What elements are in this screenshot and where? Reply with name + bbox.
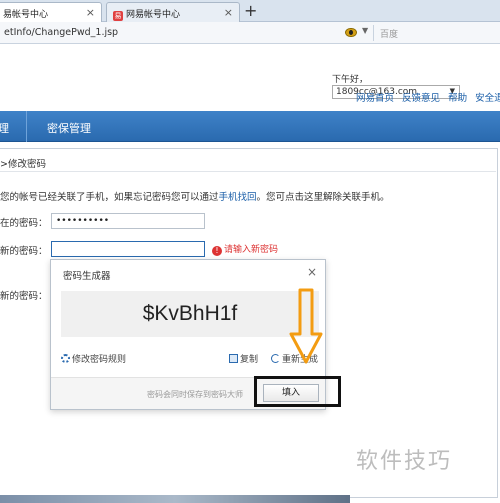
netease-favicon-icon: 易 [113,11,123,21]
tab-label: 易帐号中心 [3,10,49,20]
refresh-icon [271,354,280,363]
copy-button[interactable]: 复制 [229,352,258,365]
greeting-label: 下午好， [332,75,369,85]
top-links: 网易首页 反馈意见 帮助 安全退出 [356,90,500,104]
new-tab-button[interactable]: + [244,1,257,20]
breadcrumb: >修改密码 [0,159,46,170]
new-password-label: 新的密码： [0,246,48,257]
chevron-down-icon[interactable]: ▼ [362,26,368,35]
divider [0,171,496,172]
tab-account-center[interactable]: 易帐号中心 × [0,2,102,23]
edit-rule-label: 修改密码规则 [72,355,127,365]
nav-divider [26,111,27,142]
notice-suffix: 。您可点击这里解除关联手机。 [256,192,390,203]
tab-netease-account[interactable]: 易网易帐号中心 × [106,2,240,22]
highlight-box [254,376,341,407]
copy-icon [229,354,238,363]
error-message: ! 请输入新密码 [212,242,278,256]
copy-label: 复制 [240,355,259,365]
nav-item-manage[interactable]: 理 [0,120,9,136]
link-logout[interactable]: 安全退出 [475,93,500,104]
link-netease-home[interactable]: 网易首页 [356,93,394,104]
link-feedback[interactable]: 反馈意见 [402,93,440,104]
current-password-field[interactable]: •••••••••• [51,213,205,229]
close-icon[interactable]: × [224,6,233,19]
edit-rule-link[interactable]: 修改密码规则 [61,352,126,365]
main-nav: 理 密保管理 [0,111,500,142]
close-icon[interactable]: × [307,265,317,279]
nav-item-security[interactable]: 密保管理 [47,120,91,136]
url-field[interactable]: etInfo/ChangePwd_1.jsp [0,25,330,41]
compat-mode-icon[interactable] [345,28,357,37]
down-arrow-annotation-icon [289,288,323,364]
watermark: 软件技巧 [356,449,453,474]
phone-recover-link[interactable]: 手机找回 [219,192,257,203]
address-bar-row: etInfo/ChangePwd_1.jsp ▼ 百度 [0,22,500,44]
tab-label: 网易帐号中心 [126,10,181,20]
error-icon: ! [212,246,222,256]
confirm-password-label: 新的密码： [0,291,48,302]
image-strip [0,495,350,503]
popup-title: 密码生成器 [63,271,111,282]
link-help[interactable]: 帮助 [448,93,467,104]
browser-tab-bar: 易帐号中心 × 易网易帐号中心 × + [0,0,500,23]
phone-notice: 您的帐号已经关联了手机，如果忘记密码您可以通过手机找回。您可点击这里解除关联手机… [0,189,390,203]
close-icon[interactable]: × [86,6,95,19]
search-input[interactable]: 百度 [373,25,500,41]
error-text: 请输入新密码 [224,245,279,255]
current-password-label: 在的密码： [0,218,48,229]
footer-note: 密码会同时保存到密码大师 [147,390,243,399]
generated-password: $KvBhH1f [61,291,319,337]
notice-prefix: 您的帐号已经关联了手机，如果忘记密码您可以通过 [0,192,219,203]
gear-icon [61,354,70,363]
new-password-field[interactable] [51,241,205,257]
